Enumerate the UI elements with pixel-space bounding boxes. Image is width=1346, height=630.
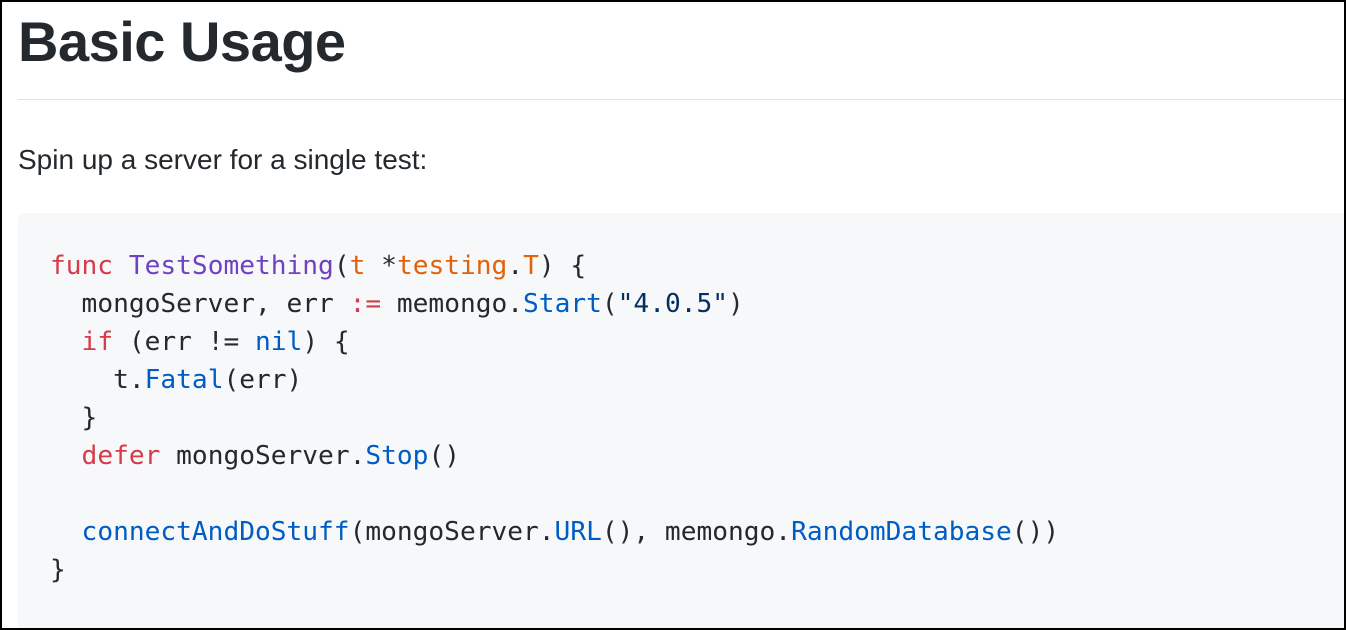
code-line-2: mongoServer, err := memongo.Start("4.0.5…: [50, 285, 1059, 323]
dot: .: [507, 251, 524, 281]
param-type-package: testing: [396, 251, 508, 281]
method-start: Start: [523, 289, 602, 319]
call-args: (mongoServer.: [349, 517, 555, 547]
readme-frame: Basic Usage Spin up a server for a singl…: [0, 0, 1346, 630]
function-name: TestSomething: [128, 251, 334, 281]
param-type-name: T: [523, 251, 539, 281]
condition: (err !=: [113, 327, 255, 357]
call-args: (err): [223, 365, 303, 395]
code-line-3: if (err != nil) {: [50, 323, 1059, 361]
call-args: (), memongo.: [601, 517, 792, 547]
condition-close: ) {: [302, 327, 350, 357]
code-block[interactable]: func TestSomething(t *testing.T) { mongo…: [18, 213, 1344, 628]
keyword-if: if: [81, 327, 114, 357]
code-listing: func TestSomething(t *testing.T) { mongo…: [50, 247, 1059, 589]
code-line-9: }: [50, 551, 1059, 589]
package-ref: memongo.: [381, 289, 524, 319]
code-line-6: defer mongoServer.Stop(): [50, 437, 1059, 475]
call-args: (): [428, 441, 460, 471]
keyword-defer: defer: [81, 441, 161, 471]
method-random-database: RandomDatabase: [791, 517, 1012, 547]
block-close: }: [50, 403, 98, 433]
paren-open: (: [333, 251, 350, 281]
version-string: "4.0.5": [617, 289, 729, 319]
receiver: t.: [113, 365, 145, 395]
assign-vars: mongoServer, err: [81, 289, 350, 319]
section-heading: Basic Usage: [18, 10, 346, 73]
keyword-func: func: [50, 251, 114, 281]
call-connect-and-do-stuff: connectAndDoStuff: [81, 517, 350, 547]
assign-operator: :=: [349, 289, 382, 319]
code-line-1: func TestSomething(t *testing.T) {: [50, 247, 1059, 285]
method-stop: Stop: [365, 441, 429, 471]
method-url: URL: [554, 517, 602, 547]
paren-open: (: [601, 289, 618, 319]
receiver: mongoServer.: [160, 441, 366, 471]
call-args: ()): [1011, 517, 1060, 547]
code-line-4: t.Fatal(err): [50, 361, 1059, 399]
param-t: t: [349, 251, 366, 281]
signature-close: ) {: [538, 251, 587, 281]
heading-divider: [18, 99, 1344, 100]
method-fatal: Fatal: [144, 365, 224, 395]
paren-close: ): [728, 289, 744, 319]
constant-nil: nil: [255, 327, 303, 357]
code-line-8: connectAndDoStuff(mongoServer.URL(), mem…: [50, 513, 1060, 551]
pointer-star: *: [365, 251, 397, 281]
intro-paragraph: Spin up a server for a single test:: [18, 144, 428, 175]
code-line-5: }: [50, 399, 1059, 437]
function-close: }: [50, 555, 66, 585]
